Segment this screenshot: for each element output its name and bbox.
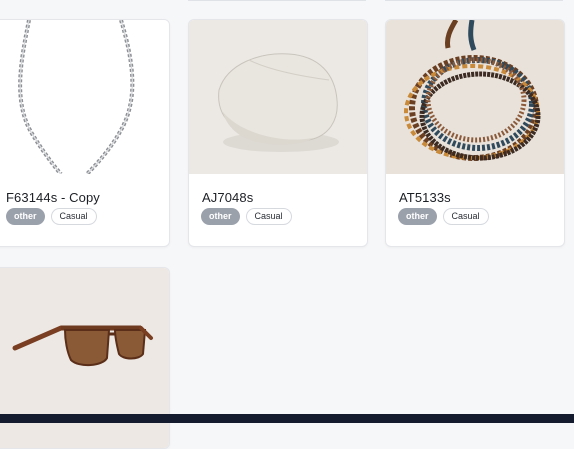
tag-list: other Casual bbox=[201, 208, 292, 225]
product-title[interactable]: F63144s - Copy bbox=[6, 190, 100, 205]
product-card[interactable]: F63144s - Copy other Casual bbox=[0, 19, 170, 247]
style-tag[interactable]: Casual bbox=[245, 208, 292, 225]
product-image-flat-cap[interactable] bbox=[189, 20, 367, 174]
tag-list: other Casual bbox=[398, 208, 489, 225]
bottom-bar bbox=[0, 414, 574, 423]
product-title[interactable]: AT5133s bbox=[399, 190, 451, 205]
category-tag[interactable]: other bbox=[201, 208, 240, 225]
style-tag[interactable]: Casual bbox=[50, 208, 97, 225]
product-title[interactable]: AJ7048s bbox=[202, 190, 253, 205]
previous-row-edge bbox=[188, 0, 366, 1]
previous-row-edge bbox=[385, 0, 563, 1]
style-tag[interactable]: Casual bbox=[442, 208, 489, 225]
product-card[interactable]: AJ7048s other Casual bbox=[188, 19, 368, 247]
tag-list: other Casual bbox=[6, 208, 97, 225]
product-card[interactable]: AT5133s other Casual bbox=[385, 19, 565, 247]
product-image-necklace[interactable] bbox=[0, 20, 169, 174]
product-grid: F63144s - Copy other Casual AJ7048s othe… bbox=[0, 0, 574, 449]
category-tag[interactable]: other bbox=[6, 208, 45, 225]
category-tag[interactable]: other bbox=[398, 208, 437, 225]
product-image-bracelet[interactable] bbox=[386, 20, 564, 174]
